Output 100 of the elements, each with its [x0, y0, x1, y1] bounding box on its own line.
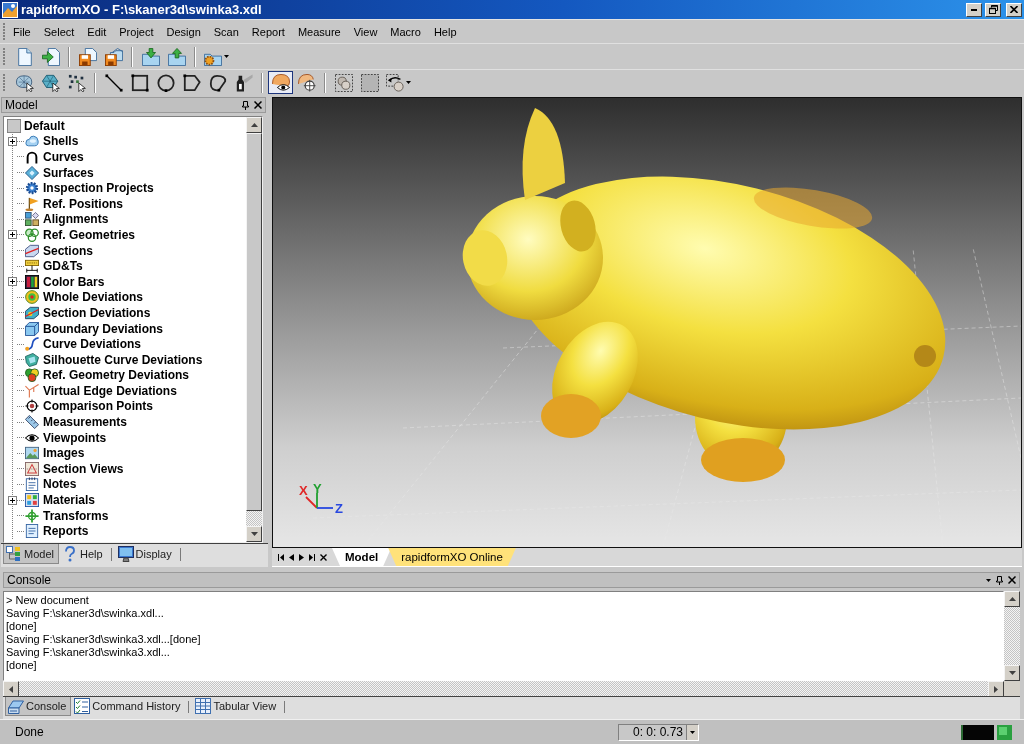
panel-title: Model — [5, 98, 39, 112]
tree-item[interactable]: GD&Ts — [43, 259, 83, 274]
console-line: Saving F:\skaner3d\swinka3.xdl... — [6, 646, 171, 659]
scroll-up-button[interactable] — [246, 117, 262, 133]
previous-icon[interactable] — [289, 553, 294, 561]
scrollbar-thumb[interactable] — [246, 133, 262, 511]
grip-icon[interactable] — [3, 22, 6, 41]
menu-item[interactable]: Select — [37, 22, 81, 41]
grip-icon[interactable] — [3, 73, 6, 92]
circles-icon — [25, 227, 39, 242]
scroll-right-button[interactable] — [988, 681, 1004, 697]
console-line: [done] — [6, 659, 38, 672]
tree-item[interactable]: Section Views — [43, 461, 124, 476]
tab[interactable]: rapidformXO Online — [388, 548, 516, 566]
expand-icon[interactable] — [8, 230, 17, 240]
tree-item[interactable]: Notes — [43, 477, 77, 492]
expand-icon[interactable] — [8, 495, 17, 505]
axis-label: Z — [335, 501, 343, 516]
caret-icon[interactable] — [986, 578, 991, 582]
tree-item[interactable]: Color Bars — [43, 274, 105, 289]
tree-item[interactable]: Alignments — [43, 212, 109, 227]
arc-icon — [25, 150, 39, 164]
menu-item[interactable]: Project — [113, 22, 160, 41]
tree-item[interactable]: Default — [24, 118, 65, 133]
tree-item[interactable]: Surfaces — [43, 165, 94, 180]
scroll-up-button[interactable] — [1004, 591, 1020, 607]
app-icon — [2, 1, 18, 18]
scroll-left-button[interactable] — [3, 681, 19, 697]
menu-item[interactable]: Edit — [81, 22, 113, 41]
freeform-icon — [208, 73, 227, 92]
window-title: rapidformXO - F:\skaner3d\swinka3.xdl — [21, 2, 263, 17]
menu-item[interactable]: Help — [427, 22, 463, 41]
tree-item[interactable]: Viewpoints — [43, 430, 107, 445]
tree-item[interactable]: Silhouette Curve Deviations — [43, 352, 203, 367]
down-arrow-icon — [250, 532, 258, 536]
toolbar-button[interactable] — [383, 71, 414, 94]
tree-item[interactable]: Curve Deviations — [43, 337, 142, 352]
document-icon — [25, 524, 39, 539]
tree-item[interactable]: Images — [43, 446, 85, 461]
expand-icon[interactable] — [8, 277, 17, 287]
tree-item[interactable]: Virtual Edge Deviations — [43, 383, 177, 398]
tab[interactable]: Command History — [71, 697, 186, 716]
grip-icon[interactable] — [3, 47, 6, 66]
tree-item[interactable]: Section Deviations — [43, 305, 151, 320]
menu-item[interactable]: Macro — [384, 22, 427, 41]
notepad-icon — [25, 477, 39, 492]
tree-item[interactable]: Ref. Positions — [43, 196, 123, 211]
tree-item[interactable]: Measurements — [43, 415, 128, 430]
menu-item[interactable]: Scan — [207, 22, 245, 41]
minimize-button[interactable] — [966, 2, 982, 17]
right-arrow-icon — [994, 685, 998, 693]
tree-item[interactable]: Curves — [43, 150, 84, 164]
3d-viewport[interactable]: X Y Z — [272, 97, 1022, 548]
document-arrow-icon — [41, 47, 60, 66]
close-icon[interactable] — [1008, 576, 1016, 584]
tree-item[interactable]: Materials — [43, 493, 96, 508]
tree-item[interactable]: Comparison Points — [43, 399, 153, 414]
menu-item[interactable]: Report — [245, 22, 291, 41]
tree-item[interactable]: Boundary Deviations — [43, 321, 164, 336]
menu-item[interactable]: Measure — [291, 22, 347, 41]
scrollbar-track[interactable] — [246, 511, 262, 526]
tab[interactable]: Help — [58, 544, 108, 564]
tab[interactable]: Display — [114, 544, 177, 564]
menu-item[interactable]: File — [7, 22, 37, 41]
close-icon — [1010, 6, 1018, 13]
scroll-down-button[interactable] — [1004, 665, 1020, 681]
tree-item[interactable]: Reports — [43, 524, 89, 539]
tab[interactable]: Console — [5, 697, 72, 716]
tree-item[interactable]: Transforms — [43, 508, 109, 523]
scrollbar-corner — [1004, 681, 1020, 696]
menu-item[interactable]: Design — [160, 22, 207, 41]
last-icon[interactable] — [309, 553, 315, 561]
tree-item[interactable]: Ref. Geometries — [43, 227, 136, 242]
pin-icon[interactable] — [242, 100, 249, 110]
floppy-icon — [78, 47, 97, 66]
close-button[interactable] — [1006, 2, 1022, 17]
panel-title: Console — [7, 573, 53, 587]
dropdown-button[interactable] — [686, 724, 698, 740]
scroll-down-button[interactable] — [246, 526, 262, 542]
first-icon[interactable] — [278, 553, 284, 561]
menu-item[interactable]: View — [347, 22, 384, 41]
expand-icon[interactable] — [8, 136, 17, 146]
crosshair-icon — [25, 399, 39, 414]
pin-icon[interactable] — [996, 575, 1003, 585]
tree-item[interactable]: Shells — [43, 134, 79, 149]
tree-item[interactable]: Whole Deviations — [43, 290, 143, 305]
tree-item[interactable]: Sections — [43, 243, 93, 258]
close-icon[interactable] — [320, 553, 327, 561]
toolbar-button[interactable] — [268, 71, 293, 94]
minimize-icon — [971, 8, 977, 11]
close-icon[interactable] — [254, 101, 262, 109]
tab[interactable]: Model — [332, 548, 392, 566]
up-arrow-icon — [1008, 597, 1016, 601]
restore-button[interactable] — [985, 2, 1001, 17]
tree-item[interactable]: Inspection Projects — [43, 181, 154, 196]
time-dropdown[interactable]: 0: 0: 0.73 — [617, 723, 699, 741]
next-icon[interactable] — [299, 553, 304, 561]
tab[interactable]: Model — [3, 544, 59, 564]
tab[interactable]: Tabular View — [192, 697, 282, 716]
tree-item[interactable]: Ref. Geometry Deviations — [43, 368, 190, 383]
